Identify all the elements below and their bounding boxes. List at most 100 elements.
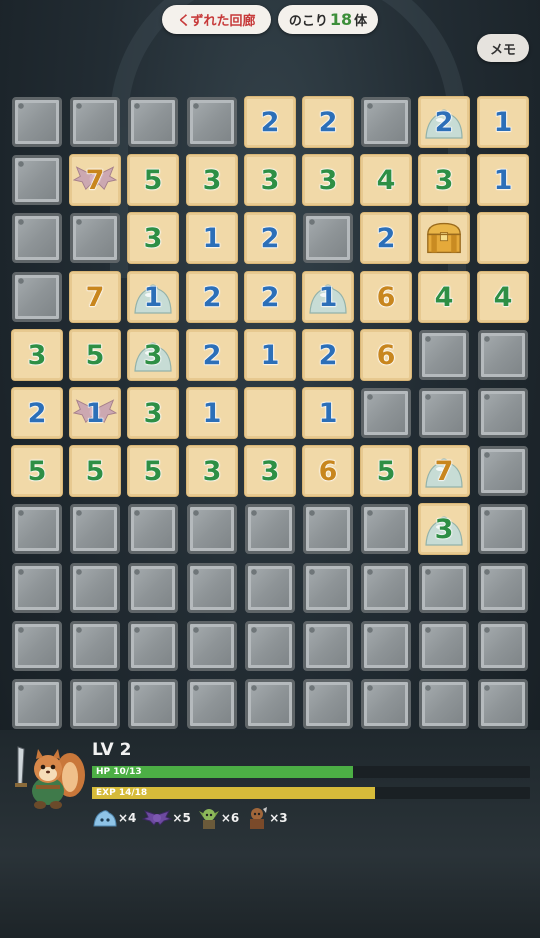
covered-tile[interactable] [70, 679, 120, 729]
revealed-tile[interactable]: 7 [70, 272, 120, 322]
covered-tile[interactable] [12, 213, 62, 263]
covered-tile[interactable] [361, 97, 411, 147]
revealed-tile[interactable]: 3 [245, 155, 295, 205]
covered-tile[interactable] [361, 621, 411, 671]
revealed-tile[interactable]: 4 [419, 272, 469, 322]
treasure-chest-icon[interactable] [424, 220, 464, 256]
revealed-tile[interactable]: 6 [361, 330, 411, 380]
revealed-tile[interactable]: 2 [187, 272, 237, 322]
revealed-tile[interactable]: 7 [70, 155, 120, 205]
covered-tile[interactable] [478, 388, 528, 438]
revealed-tile[interactable]: 2 [419, 97, 469, 147]
covered-tile[interactable] [303, 679, 353, 729]
covered-tile[interactable] [419, 679, 469, 729]
covered-tile[interactable] [187, 97, 237, 147]
memo-button[interactable]: メモ [477, 34, 529, 62]
revealed-tile[interactable]: 3 [245, 446, 295, 496]
revealed-tile[interactable]: 3 [303, 155, 353, 205]
covered-tile[interactable] [303, 504, 353, 554]
revealed-tile[interactable]: 3 [419, 155, 469, 205]
covered-tile[interactable] [70, 563, 120, 613]
covered-tile[interactable] [478, 563, 528, 613]
revealed-tile[interactable]: 2 [361, 213, 411, 263]
covered-tile[interactable] [419, 330, 469, 380]
revealed-tile[interactable]: 2 [12, 388, 62, 438]
revealed-tile[interactable]: 3 [128, 213, 178, 263]
revealed-tile[interactable]: 5 [70, 330, 120, 380]
covered-tile[interactable] [12, 155, 62, 205]
covered-tile[interactable] [12, 563, 62, 613]
revealed-tile[interactable]: 5 [128, 446, 178, 496]
covered-tile[interactable] [187, 621, 237, 671]
covered-tile[interactable] [12, 272, 62, 322]
revealed-tile[interactable] [245, 388, 295, 438]
revealed-tile[interactable]: 2 [303, 330, 353, 380]
covered-tile[interactable] [70, 621, 120, 671]
covered-tile[interactable] [128, 504, 178, 554]
covered-tile[interactable] [70, 97, 120, 147]
revealed-tile[interactable]: 1 [187, 388, 237, 438]
covered-tile[interactable] [70, 213, 120, 263]
revealed-tile[interactable]: 5 [128, 155, 178, 205]
revealed-tile[interactable]: 1 [70, 388, 120, 438]
covered-tile[interactable] [478, 679, 528, 729]
covered-tile[interactable] [419, 621, 469, 671]
revealed-tile[interactable]: 3 [128, 330, 178, 380]
covered-tile[interactable] [478, 446, 528, 496]
covered-tile[interactable] [128, 621, 178, 671]
covered-tile[interactable] [361, 388, 411, 438]
covered-tile[interactable] [303, 621, 353, 671]
revealed-tile[interactable]: 1 [478, 155, 528, 205]
revealed-tile[interactable]: 3 [128, 388, 178, 438]
covered-tile[interactable] [70, 504, 120, 554]
covered-tile[interactable] [187, 563, 237, 613]
revealed-tile[interactable]: 1 [303, 272, 353, 322]
covered-tile[interactable] [303, 563, 353, 613]
revealed-tile[interactable]: 1 [128, 272, 178, 322]
treasure-chest[interactable] [422, 218, 466, 258]
covered-tile[interactable] [12, 97, 62, 147]
revealed-tile[interactable]: 3 [419, 504, 469, 554]
covered-tile[interactable] [12, 679, 62, 729]
revealed-tile[interactable] [419, 213, 469, 263]
revealed-tile[interactable]: 4 [478, 272, 528, 322]
revealed-tile[interactable]: 4 [361, 155, 411, 205]
covered-tile[interactable] [303, 213, 353, 263]
revealed-tile[interactable]: 2 [303, 97, 353, 147]
covered-tile[interactable] [245, 621, 295, 671]
covered-tile[interactable] [12, 504, 62, 554]
revealed-tile[interactable]: 1 [478, 97, 528, 147]
covered-tile[interactable] [361, 679, 411, 729]
covered-tile[interactable] [12, 621, 62, 671]
revealed-tile[interactable]: 3 [187, 155, 237, 205]
revealed-tile[interactable]: 2 [245, 272, 295, 322]
covered-tile[interactable] [361, 563, 411, 613]
revealed-tile[interactable] [478, 213, 528, 263]
covered-tile[interactable] [245, 563, 295, 613]
covered-tile[interactable] [245, 679, 295, 729]
revealed-tile[interactable]: 6 [361, 272, 411, 322]
revealed-tile[interactable]: 1 [303, 388, 353, 438]
revealed-tile[interactable]: 5 [70, 446, 120, 496]
revealed-tile[interactable]: 5 [361, 446, 411, 496]
revealed-tile[interactable]: 3 [12, 330, 62, 380]
covered-tile[interactable] [187, 504, 237, 554]
covered-tile[interactable] [187, 679, 237, 729]
revealed-tile[interactable]: 2 [245, 213, 295, 263]
covered-tile[interactable] [478, 621, 528, 671]
covered-tile[interactable] [419, 563, 469, 613]
covered-tile[interactable] [361, 504, 411, 554]
revealed-tile[interactable]: 2 [245, 97, 295, 147]
covered-tile[interactable] [419, 388, 469, 438]
revealed-tile[interactable]: 3 [187, 446, 237, 496]
revealed-tile[interactable]: 1 [245, 330, 295, 380]
revealed-tile[interactable]: 1 [187, 213, 237, 263]
covered-tile[interactable] [128, 563, 178, 613]
covered-tile[interactable] [128, 97, 178, 147]
revealed-tile[interactable]: 7 [419, 446, 469, 496]
revealed-tile[interactable]: 6 [303, 446, 353, 496]
covered-tile[interactable] [128, 679, 178, 729]
revealed-tile[interactable]: 2 [187, 330, 237, 380]
covered-tile[interactable] [245, 504, 295, 554]
covered-tile[interactable] [478, 330, 528, 380]
